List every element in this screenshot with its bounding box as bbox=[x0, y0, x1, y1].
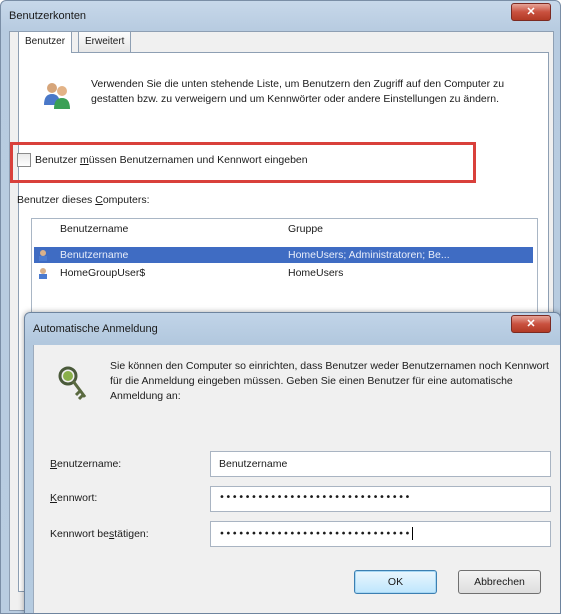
dialog-panel: Sie können den Computer so einrichten, d… bbox=[33, 345, 560, 613]
description-text: Verwenden Sie die unten stehende Liste, … bbox=[91, 78, 505, 105]
table-row[interactable]: Benutzername HomeUsers; Administratoren;… bbox=[34, 247, 533, 263]
close-icon: ✕ bbox=[526, 318, 536, 330]
text-caret bbox=[411, 527, 413, 540]
highlight-frame bbox=[10, 142, 476, 183]
users-group-label: Benutzer dieses Computers: bbox=[17, 194, 150, 206]
keys-icon bbox=[58, 366, 87, 401]
password-label: Kennwort: bbox=[50, 492, 98, 504]
dialog-description: Sie können den Computer so einrichten, d… bbox=[110, 360, 549, 402]
password-field[interactable]: •••••••••••••••••••••••••••••• bbox=[210, 486, 551, 512]
confirm-password-field[interactable]: •••••••••••••••••••••••••••••• bbox=[210, 521, 551, 547]
close-button[interactable]: ✕ bbox=[511, 3, 551, 21]
ok-button[interactable]: OK bbox=[354, 570, 437, 594]
confirm-password-label: Kennwort bestätigen: bbox=[50, 528, 149, 540]
window-title: Benutzerkonten bbox=[9, 10, 87, 22]
user-icon bbox=[39, 250, 47, 261]
dialog-close-button[interactable]: ✕ bbox=[511, 315, 551, 333]
users-list[interactable]: Benutzername Gruppe Benutzername HomeUse… bbox=[31, 218, 538, 315]
user-icon bbox=[39, 268, 47, 279]
username-label: Benutzername: bbox=[50, 458, 122, 470]
close-icon: ✕ bbox=[526, 6, 536, 18]
users-icon bbox=[44, 83, 70, 109]
tab-users[interactable]: Benutzer bbox=[18, 31, 73, 53]
column-header-username[interactable]: Benutzername bbox=[60, 223, 128, 235]
title-bar[interactable]: Benutzerkonten ✕ bbox=[1, 1, 561, 31]
table-row[interactable]: HomeGroupUser$ HomeUsers bbox=[34, 265, 533, 281]
column-header-group[interactable]: Gruppe bbox=[288, 223, 323, 235]
tab-advanced[interactable]: Erweitert bbox=[78, 31, 132, 53]
autologon-dialog: Automatische Anmeldung ✕ Sie können den … bbox=[24, 312, 561, 614]
username-field[interactable]: Benutzername bbox=[210, 451, 551, 477]
dialog-title: Automatische Anmeldung bbox=[33, 323, 158, 335]
cancel-button[interactable]: Abbrechen bbox=[458, 570, 541, 594]
